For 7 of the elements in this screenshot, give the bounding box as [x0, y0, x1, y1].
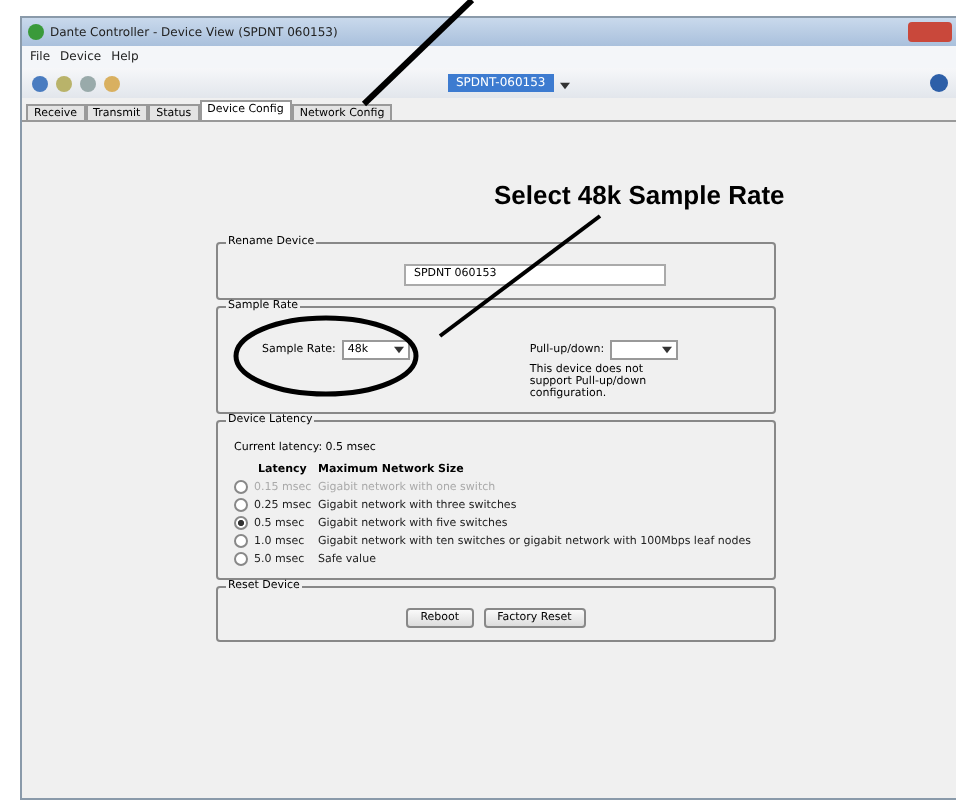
app-icon [28, 24, 44, 40]
annotation-text: Select 48k Sample Rate [494, 180, 785, 210]
help-icon[interactable] [930, 74, 948, 92]
caret-icon[interactable] [662, 346, 673, 354]
caret-icon[interactable] [559, 81, 570, 89]
pullup-dropdown[interactable] [610, 340, 679, 360]
caret-icon[interactable] [393, 346, 404, 354]
